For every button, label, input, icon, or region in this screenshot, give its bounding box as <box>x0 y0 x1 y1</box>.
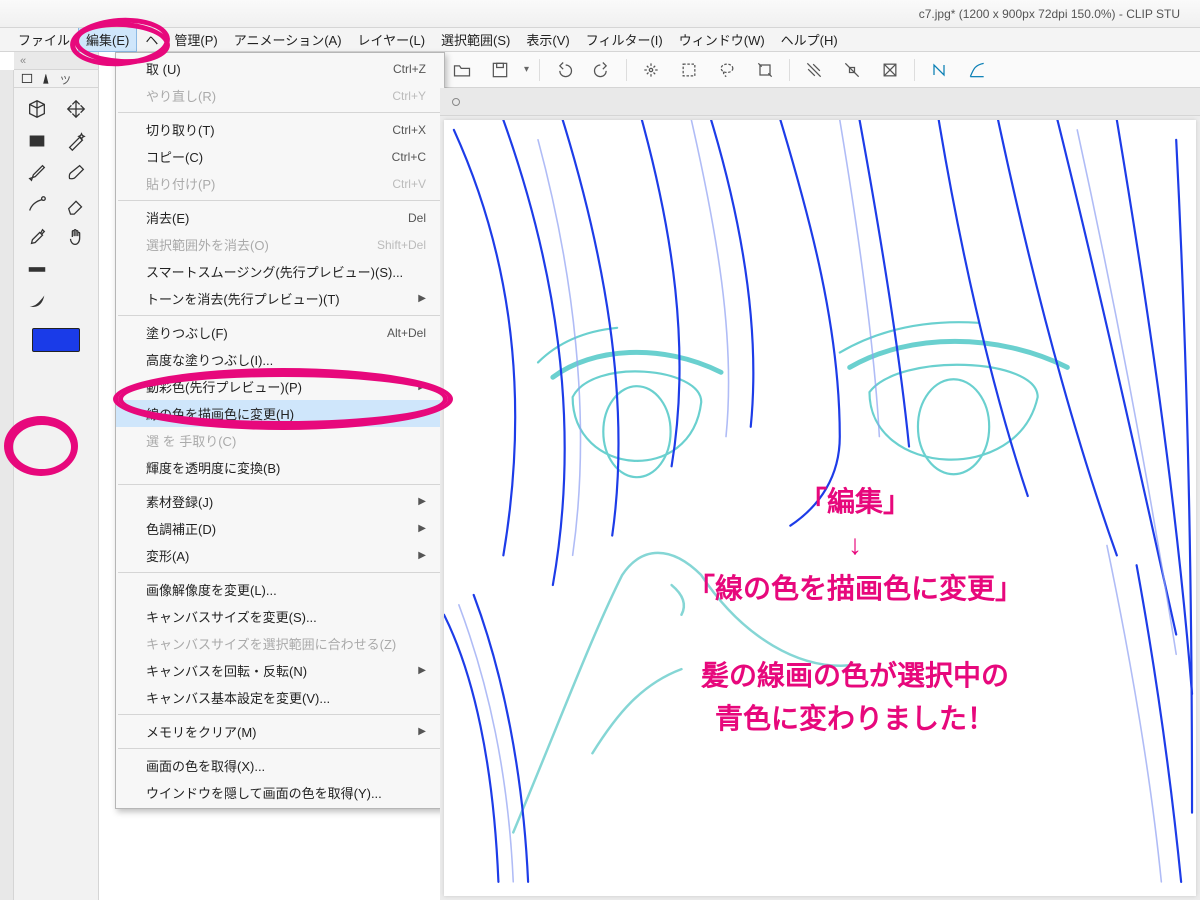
perspective-icon[interactable] <box>876 56 904 84</box>
canvas-area <box>440 88 1200 900</box>
tool-move[interactable] <box>59 96 92 122</box>
tab-dot-icon <box>452 98 460 106</box>
menu-bar: ファイル 編集(E) ヘ 管理(P) アニメーション(A) レイヤー(L) 選択… <box>0 28 1200 52</box>
collapse-button[interactable]: « <box>14 52 98 70</box>
sparkle-icon[interactable] <box>637 56 665 84</box>
lasso-icon[interactable] <box>713 56 741 84</box>
menu-file[interactable]: ファイル <box>10 27 78 52</box>
main-toolbar: ▾ <box>440 52 1200 88</box>
tool-hand[interactable] <box>59 224 92 250</box>
tool-pen[interactable] <box>20 160 53 186</box>
palette-header: ツ <box>14 70 98 88</box>
snap-ruler-icon[interactable] <box>838 56 866 84</box>
menu-edit[interactable]: 編集(E) <box>78 27 137 52</box>
tool-gradient[interactable] <box>20 256 53 282</box>
tool-3d[interactable] <box>20 96 53 122</box>
tool-brush[interactable] <box>59 160 92 186</box>
edit-dropdown: 取 (U)Ctrl+Z やり直し(R)Ctrl+Y 切り取り(T)Ctrl+X … <box>115 52 445 809</box>
tool-blank2[interactable] <box>59 288 92 314</box>
foreground-color-swatch[interactable] <box>32 328 80 352</box>
menu-animation[interactable]: アニメーション(A) <box>226 27 350 52</box>
menu-view[interactable]: 表示(V) <box>518 27 577 52</box>
title-bar: c7.jpg* (1200 x 900px 72dpi 150.0%) - CL… <box>0 0 1200 28</box>
dd-sel-trim[interactable]: 選 を 手取り(C) <box>116 427 444 454</box>
dd-smart-smoothing[interactable]: スマートスムージング(先行プレビュー)(S)... <box>116 258 444 285</box>
guide-edge-icon[interactable] <box>963 56 991 84</box>
tool-smudge[interactable] <box>20 288 53 314</box>
menu-manage[interactable]: 管理(P) <box>166 27 225 52</box>
tool-wand[interactable] <box>59 128 92 154</box>
dd-pick-color[interactable]: 画面の色を取得(X)... <box>116 752 444 779</box>
tool-rect[interactable] <box>20 128 53 154</box>
dd-mem-clear[interactable]: メモリをクリア(M)▶ <box>116 718 444 745</box>
dd-auto-color[interactable]: 動彩色(先行プレビュー)(P)▶ <box>116 373 444 400</box>
tool-eyedrop[interactable] <box>20 224 53 250</box>
collapse-icon: « <box>20 55 26 67</box>
dd-canvas-base[interactable]: キャンバス基本設定を変更(V)... <box>116 684 444 711</box>
dd-canvas-sel[interactable]: キャンバスサイズを選択範囲に合わせる(Z) <box>116 630 444 657</box>
dd-bright-alpha[interactable]: 輝度を透明度に変換(B) <box>116 454 444 481</box>
dd-img-res[interactable]: 画像解像度を変更(L)... <box>116 576 444 603</box>
dd-transform[interactable]: 変形(A)▶ <box>116 542 444 569</box>
palette-tabs[interactable] <box>0 70 14 900</box>
dd-copy[interactable]: コピー(C)Ctrl+C <box>116 143 444 170</box>
window-title: c7.jpg* (1200 x 900px 72dpi 150.0%) - CL… <box>919 7 1180 21</box>
dd-material[interactable]: 素材登録(J)▶ <box>116 488 444 515</box>
dd-redo[interactable]: やり直し(R)Ctrl+Y <box>116 82 444 109</box>
crop-icon[interactable] <box>751 56 779 84</box>
menu-select[interactable]: 選択範囲(S) <box>433 27 518 52</box>
guide-n-icon[interactable] <box>925 56 953 84</box>
document-tabbar[interactable] <box>440 88 1200 116</box>
marquee-icon[interactable] <box>675 56 703 84</box>
dd-hide-pick[interactable]: ウインドウを隠して画面の色を取得(Y)... <box>116 779 444 806</box>
snap-grid-icon[interactable] <box>800 56 828 84</box>
dd-fill[interactable]: 塗りつぶし(F)Alt+Del <box>116 319 444 346</box>
undo-icon[interactable] <box>550 56 578 84</box>
menu-tail: ヘ <box>137 27 166 52</box>
dd-canvas-rotate[interactable]: キャンバスを回転・反転(N)▶ <box>116 657 444 684</box>
dd-undo[interactable]: 取 (U)Ctrl+Z <box>116 55 444 82</box>
save-icon[interactable] <box>486 56 514 84</box>
artwork <box>444 120 1196 892</box>
open-icon[interactable] <box>448 56 476 84</box>
dd-line-color-change[interactable]: 線の色を描画色に変更(H) <box>116 400 444 427</box>
dd-paste[interactable]: 貼り付け(P)Ctrl+V <box>116 170 444 197</box>
dd-canvas-size[interactable]: キャンバスサイズを変更(S)... <box>116 603 444 630</box>
dd-cut[interactable]: 切り取り(T)Ctrl+X <box>116 116 444 143</box>
tool-airbrush[interactable] <box>20 192 53 218</box>
menu-help[interactable]: ヘルプ(H) <box>773 27 846 52</box>
tool-palette: « ツ <box>14 52 99 900</box>
redo-icon[interactable] <box>588 56 616 84</box>
canvas[interactable] <box>444 120 1196 896</box>
palette-label: ツ <box>60 72 71 85</box>
menu-filter[interactable]: フィルター(I) <box>578 27 671 52</box>
tool-blank[interactable] <box>59 256 92 282</box>
dd-erase[interactable]: 消去(E)Del <box>116 204 444 231</box>
dd-color-adj[interactable]: 色調補正(D)▶ <box>116 515 444 542</box>
menu-window[interactable]: ウィンドウ(W) <box>671 27 773 52</box>
dd-tone-erase[interactable]: トーンを消去(先行プレビュー)(T)▶ <box>116 285 444 312</box>
dd-adv-fill[interactable]: 高度な塗りつぶし(I)... <box>116 346 444 373</box>
tool-eraser[interactable] <box>59 192 92 218</box>
color-swatch-area <box>14 328 98 352</box>
menu-layer[interactable]: レイヤー(L) <box>350 27 434 52</box>
dd-erase-outside[interactable]: 選択範囲外を消去(O)Shift+Del <box>116 231 444 258</box>
